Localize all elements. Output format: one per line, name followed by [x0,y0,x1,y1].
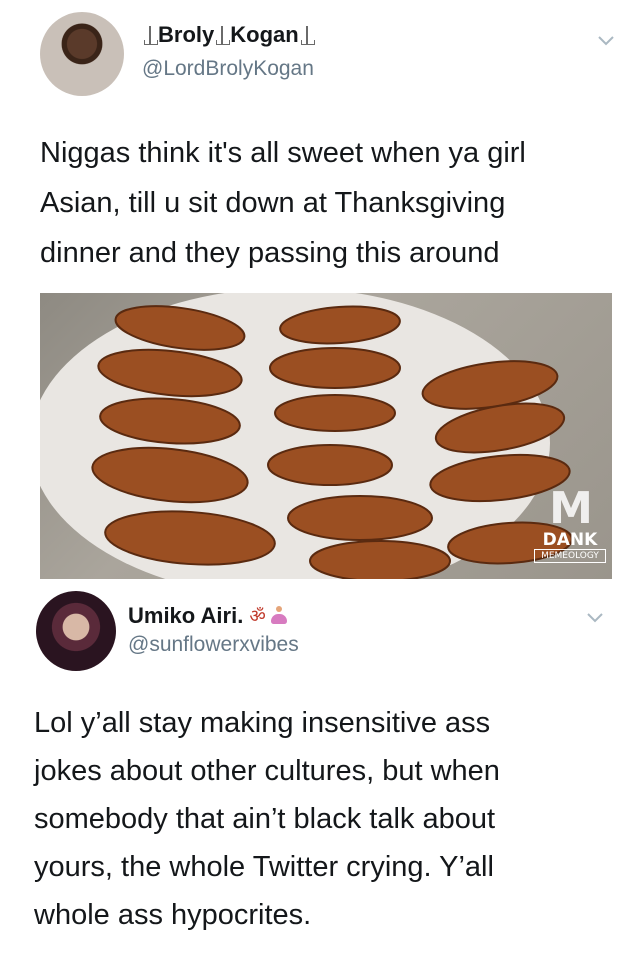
tweet-text-line: dinner and they passing this around [40,237,500,269]
tweet-text-line: jokes about other cultures, but when [34,755,500,787]
display-name[interactable]: Umiko Airi. ॐ [128,603,288,629]
avatar[interactable] [40,12,124,96]
tweet-text: Lol y’all stay making insensitive ass jo… [34,699,500,939]
display-name-part-2: Kogan [230,22,299,47]
chevron-down-icon[interactable] [585,611,605,625]
om-symbol-icon: ॐ [249,606,266,626]
watermark: M DANK MEMEOLOGY [534,487,606,573]
tweet-text: Niggas think it's all sweet when ya girl… [40,128,526,278]
display-name-text: Umiko Airi. [128,603,244,628]
display-name[interactable]: Broly Kogan [142,22,315,48]
rats-photo-illustration [40,293,573,579]
avatar[interactable] [36,591,116,671]
user-handle[interactable]: @sunflowerxvibes [128,633,299,657]
tweet-image[interactable]: M DANK MEMEOLOGY [40,293,612,579]
tweet-text-line: Asian, till u sit down at Thanksgiving [40,187,506,219]
user-handle[interactable]: @LordBrolyKogan [142,57,314,81]
decoration-icon [143,24,158,46]
tweet-2[interactable]: Umiko Airi. ॐ @sunflowerxvibes Lol y’all… [0,585,642,960]
watermark-subtitle: MEMEOLOGY [534,549,606,563]
display-name-part-1: Broly [158,22,215,47]
decoration-icon [215,24,231,46]
tweet-text-line: Lol y’all stay making insensitive ass [34,707,491,739]
tweet-text-line: Niggas think it's all sweet when ya girl [40,137,526,169]
tweet-text-line: somebody that ain’t black talk about [34,803,496,835]
tweet-text-line: whole ass hypocrites. [34,899,312,931]
tweet-text-line: yours, the whole Twitter crying. Y’all [34,851,494,883]
decoration-icon [300,24,315,46]
watermark-logo: M [549,483,593,534]
meditation-icon [270,606,288,626]
chevron-down-icon[interactable] [596,34,616,48]
